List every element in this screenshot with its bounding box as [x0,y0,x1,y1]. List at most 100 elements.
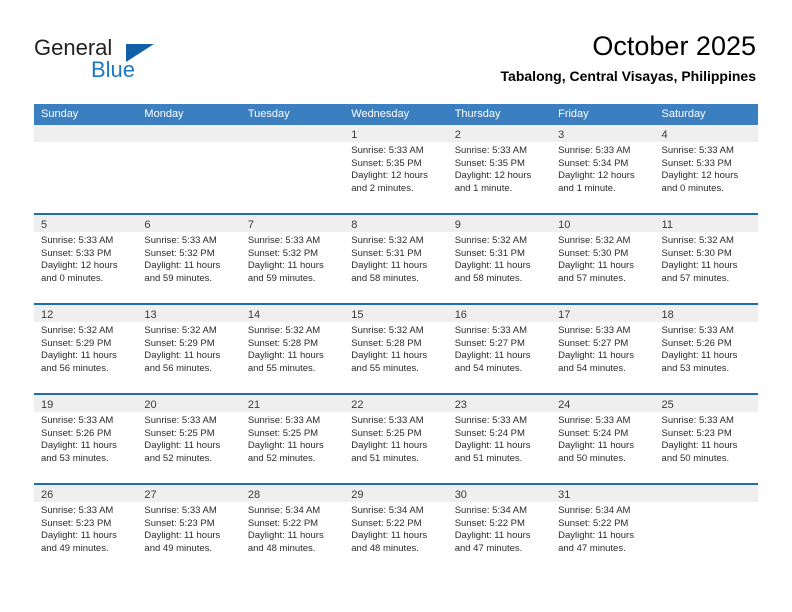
sunrise-text: Sunrise: 5:33 AM [351,415,424,426]
day-number: 6 [144,219,151,231]
general-blue-logo: General Blue [34,35,274,89]
calendar-day-cell[interactable]: 10 Sunrise: 5:32 AM Sunset: 5:30 PM Dayligh… [551,215,655,303]
calendar-day-cell[interactable]: 16 Sunrise: 5:33 AM Sunset: 5:27 PM Dayligh… [447,305,552,393]
sunset-text: Sunset: 5:29 PM [144,337,215,349]
day-cell-body: Sunrise: 5:33 AM Sunset: 5:34 PM Daylight:… [551,142,654,195]
day-cell-body: Sunrise: 5:33 AM Sunset: 5:26 PM Daylight:… [34,412,137,465]
sunset-text: Sunset: 5:30 PM [661,247,732,259]
calendar-day-cell[interactable]: 9 Sunrise: 5:32 AM Sunset: 5:31 PM Daylight… [447,215,552,303]
calendar-day-cell[interactable]: 6 Sunrise: 5:33 AM Sunset: 5:32 PM Daylight… [137,215,241,303]
sunrise-text: Sunrise: 5:33 AM [661,145,734,156]
day-number: 22 [351,399,364,411]
logo-text-blue: Blue [91,57,136,82]
day-cell-body: Sunrise: 5:33 AM Sunset: 5:32 PM Daylight:… [137,232,240,285]
calendar-day-cell[interactable]: 1 Sunrise: 5:33 AM Sunset: 5:35 PM Daylight… [344,125,448,213]
calendar-day-cell[interactable]: 15 Sunrise: 5:32 AM Sunset: 5:28 PM Dayligh… [344,305,448,393]
day-number: 14 [247,309,261,321]
daylight-text-line1: Daylight: 11 hours [351,530,428,542]
daylight-text-line1: Daylight: 11 hours [144,440,221,452]
sunset-text: Sunset: 5:32 PM [144,247,215,259]
calendar-day-cell[interactable]: 17 Sunrise: 5:33 AM Sunset: 5:27 PM Dayligh… [551,305,655,393]
daylight-text-line2: and 51 minutes. [351,452,419,464]
calendar-day-cell[interactable]: 30 Sunrise: 5:34 AM Sunset: 5:22 PM Dayligh… [447,485,552,573]
day-number-bar: 10 [551,215,655,232]
weekday-header-thursday: Thursday [454,108,501,120]
calendar-day-cell[interactable]: 19 Sunrise: 5:33 AM Sunset: 5:26 PM Dayligh… [34,395,138,483]
day-number: 12 [41,309,54,321]
daylight-text-line2: and 52 minutes. [247,452,316,464]
calendar-day-cell[interactable]: 4 Sunrise: 5:33 AM Sunset: 5:33 PM Daylight… [654,125,758,213]
weekday-header-wednesday: Wednesday [351,108,410,120]
sunset-text: Sunset: 5:23 PM [661,427,732,439]
day-number-bar: 5 [34,215,138,232]
calendar-day-cell[interactable]: 2 Sunrise: 5:33 AM Sunset: 5:35 PM Daylight… [447,125,552,213]
day-cell-body: Sunrise: 5:33 AM Sunset: 5:35 PM Daylight:… [344,142,447,195]
daylight-text-line2: and 53 minutes. [41,452,109,464]
day-number-bar: 15 [344,305,448,322]
calendar-day-cell[interactable]: 11 Sunrise: 5:32 AM Sunset: 5:30 PM Dayligh… [654,215,758,303]
calendar-day-cell[interactable]: 24 Sunrise: 5:33 AM Sunset: 5:24 PM Dayligh… [551,395,655,483]
location-subtitle: Tabalong, Central Visayas, Philippines [500,68,756,84]
sunrise-text: Sunrise: 5:33 AM [144,505,217,516]
calendar-day-cell[interactable]: 25 Sunrise: 5:33 AM Sunset: 5:23 PM Dayligh… [654,395,758,483]
day-number: 26 [41,489,54,501]
calendar-day-cell[interactable]: 12 Sunrise: 5:32 AM Sunset: 5:29 PM Dayligh… [34,305,138,393]
daylight-text-line1: Daylight: 11 hours [247,350,324,362]
day-cell-body: Sunrise: 5:34 AM Sunset: 5:22 PM Daylight:… [551,502,654,555]
calendar-day-cell[interactable]: 8 Sunrise: 5:32 AM Sunset: 5:31 PM Daylight… [344,215,448,303]
daylight-text-line1: Daylight: 11 hours [558,350,634,362]
calendar-day-cell[interactable]: 18 Sunrise: 5:33 AM Sunset: 5:26 PM Dayligh… [654,305,758,393]
weekday-header-row: Sunday Monday Tuesday Wednesday Thursday Frid… [34,104,758,125]
sunrise-text: Sunrise: 5:33 AM [144,415,217,426]
calendar-day-cell[interactable]: 20 Sunrise: 5:33 AM Sunset: 5:25 PM Dayligh… [137,395,241,483]
calendar-day-cell[interactable]: 26 Sunrise: 5:33 AM Sunset: 5:23 PM Dayligh… [34,485,138,573]
daylight-text-line1: Daylight: 11 hours [558,530,634,542]
day-number: 28 [247,489,261,501]
calendar-day-cell[interactable]: 14 Sunrise: 5:32 AM Sunset: 5:28 PM Dayligh… [240,305,345,393]
day-number-bar [654,485,758,502]
day-cell-body: Sunrise: 5:33 AM Sunset: 5:25 PM Daylight:… [137,412,240,465]
calendar-day-cell[interactable]: 5 Sunrise: 5:33 AM Sunset: 5:33 PM Daylight… [34,215,138,303]
weekday-header-friday: Friday [558,108,589,120]
day-number-bar: 25 [654,395,758,412]
daylight-text-line2: and 48 minutes. [351,542,419,554]
day-number-bar: 22 [344,395,448,412]
day-number: 30 [454,489,467,501]
day-cell-body: Sunrise: 5:34 AM Sunset: 5:22 PM Daylight:… [344,502,447,555]
calendar-day-cell[interactable]: 7 Sunrise: 5:33 AM Sunset: 5:32 PM Daylight… [240,215,345,303]
day-number-bar: 31 [551,485,655,502]
daylight-text-line1: Daylight: 11 hours [41,530,117,542]
day-cell-body: Sunrise: 5:33 AM Sunset: 5:27 PM Daylight:… [448,322,551,375]
day-number: 11 [661,219,673,231]
calendar-day-cell[interactable]: 21 Sunrise: 5:33 AM Sunset: 5:25 PM Dayligh… [240,395,345,483]
sunrise-text: Sunrise: 5:32 AM [351,235,424,246]
daylight-text-line1: Daylight: 12 hours [558,170,635,182]
daylight-text-line1: Daylight: 11 hours [247,260,324,272]
daylight-text-line1: Daylight: 12 hours [351,170,428,182]
sunset-text: Sunset: 5:23 PM [41,517,112,529]
day-cell-body: Sunrise: 5:32 AM Sunset: 5:30 PM Daylight:… [655,232,758,285]
daylight-text-line1: Daylight: 11 hours [41,350,117,362]
calendar-day-cell[interactable]: 29 Sunrise: 5:34 AM Sunset: 5:22 PM Dayligh… [344,485,448,573]
calendar-day-cell[interactable]: 3 Sunrise: 5:33 AM Sunset: 5:34 PM Daylight… [551,125,655,213]
sunrise-text: Sunrise: 5:33 AM [454,415,528,426]
daylight-text-line2: and 56 minutes. [144,362,213,374]
sunrise-text: Sunrise: 5:33 AM [454,325,528,336]
sunrise-text: Sunrise: 5:32 AM [454,235,528,246]
daylight-text-line2: and 54 minutes. [558,362,626,374]
calendar-day-cell[interactable]: 31 Sunrise: 5:34 AM Sunset: 5:22 PM Dayligh… [551,485,655,573]
calendar-day-cell[interactable]: 23 Sunrise: 5:33 AM Sunset: 5:24 PM Dayligh… [447,395,552,483]
day-number-bar: 4 [654,125,758,142]
day-cell-body: Sunrise: 5:32 AM Sunset: 5:30 PM Daylight:… [551,232,654,285]
weekday-header-sunday: Sunday [41,108,79,120]
day-number-bar: 27 [137,485,241,502]
day-cell-body: Sunrise: 5:33 AM Sunset: 5:33 PM Daylight:… [655,142,758,195]
day-number: 23 [454,399,467,411]
daylight-text-line1: Daylight: 11 hours [661,260,738,272]
day-number: 18 [661,309,674,321]
calendar-day-cell[interactable]: 22 Sunrise: 5:33 AM Sunset: 5:25 PM Dayligh… [344,395,448,483]
calendar-day-cell[interactable]: 28 Sunrise: 5:34 AM Sunset: 5:22 PM Dayligh… [240,485,345,573]
calendar-day-cell[interactable]: 27 Sunrise: 5:33 AM Sunset: 5:23 PM Dayligh… [137,485,241,573]
calendar-day-cell[interactable]: 13 Sunrise: 5:32 AM Sunset: 5:29 PM Dayligh… [137,305,241,393]
daylight-text-line2: and 52 minutes. [144,452,213,464]
